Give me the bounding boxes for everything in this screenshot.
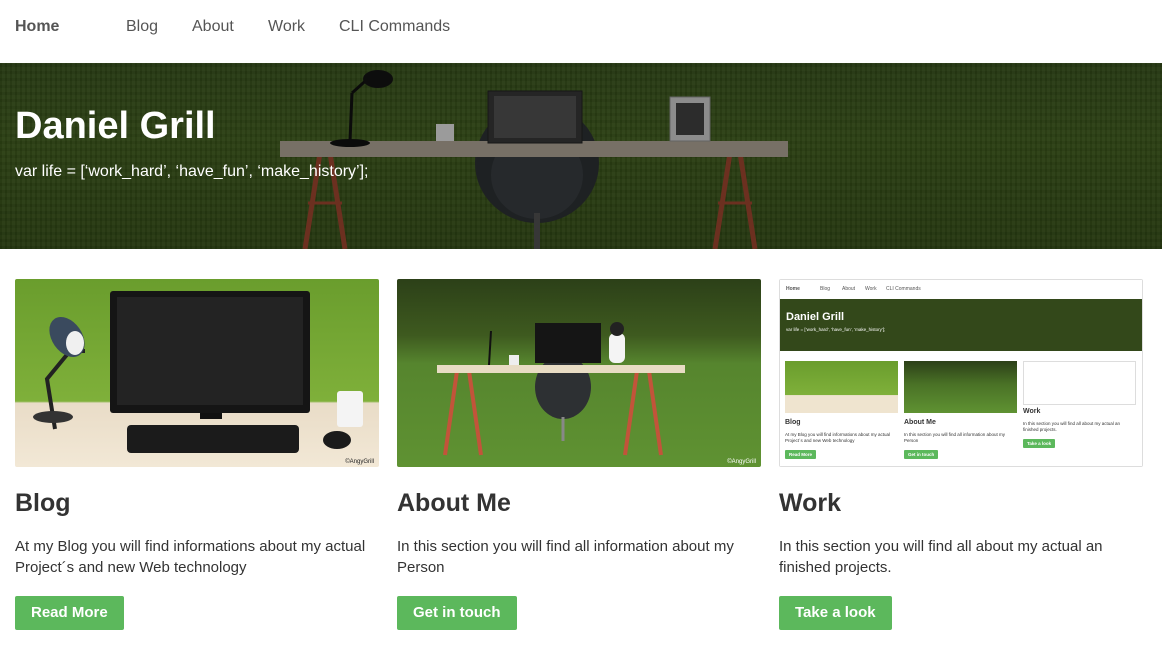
mini-thumb-2 (904, 361, 1017, 413)
mini-nav-cli: CLI Commands (886, 286, 921, 292)
nav-about-link[interactable]: About (192, 18, 234, 36)
hero-title: Daniel Grill (15, 105, 216, 147)
mini-thumb-1 (785, 361, 898, 413)
hero-subtitle: var life = [‘work_hard’, ‘have_fun’, ‘ma… (15, 163, 369, 180)
blog-watermark: ©AngyGrill (345, 458, 374, 465)
mini-card-title-1: Blog (785, 419, 801, 426)
about-watermark: ©AngyGrill (727, 458, 756, 465)
take-a-look-button[interactable]: Take a look (779, 596, 892, 630)
mini-nav-home: Home (786, 286, 800, 292)
about-thumbnail: ©AngyGrill (397, 279, 761, 467)
hero-dim-overlay (0, 63, 1162, 249)
work-thumbnail: Home Blog About Work CLI Commands Daniel… (779, 279, 1143, 467)
mini-button-1: Read More (785, 450, 817, 459)
mini-thumb-3 (1023, 361, 1136, 405)
top-navbar: Home Blog About Work CLI Commands (0, 0, 1162, 56)
get-in-touch-button[interactable]: Get in touch (397, 596, 517, 630)
about-description: In this section you will find all inform… (397, 538, 734, 576)
blog-description: At my Blog you will find informations ab… (15, 538, 366, 576)
mini-card-text-1: At my Blog you will find informations ab… (785, 432, 891, 443)
mini-card-text-2: In this section you will find all inform… (904, 432, 1006, 443)
mini-nav-work: Work (865, 286, 877, 292)
desk-on-lawn-image: ©AngyGrill (437, 322, 756, 465)
mini-card-title-3: Work (1023, 408, 1041, 415)
mini-nav-blog: Blog (820, 286, 831, 292)
mini-card-title-2: About Me (904, 419, 936, 426)
nav-work-link[interactable]: Work (268, 18, 305, 36)
nav-blog-link[interactable]: Blog (126, 18, 158, 36)
about-title: About Me (397, 489, 511, 517)
mini-button-2: Get in touch (904, 450, 939, 459)
blog-title: Blog (15, 489, 71, 517)
mini-button-3: Take a look (1023, 439, 1056, 448)
mini-hero-title: Daniel Grill (786, 311, 845, 323)
mini-card-text-3: In this section you will find all about … (1023, 421, 1121, 432)
mini-hero: Daniel Grill var life = [‘work_hard’, ‘h… (780, 299, 1142, 351)
nav-home-link[interactable]: Home (15, 18, 59, 36)
site-screenshot-preview: Home Blog About Work CLI Commands Daniel… (779, 279, 1143, 467)
work-title: Work (779, 489, 842, 517)
work-description: In this section you will find all about … (779, 538, 1103, 576)
nav-cli-commands-link[interactable]: CLI Commands (339, 18, 450, 36)
blog-thumbnail: ©AngyGrill (15, 279, 379, 467)
read-more-button[interactable]: Read More (15, 596, 124, 630)
monitor-desk-image: ©AngyGrill (33, 291, 374, 465)
mini-hero-subtitle: var life = [‘work_hard’, ‘have_fun’, ‘ma… (786, 327, 886, 332)
hero-banner: Daniel Grill var life = [‘work_hard’, ‘h… (0, 63, 1162, 249)
mini-nav-about: About (842, 286, 856, 292)
